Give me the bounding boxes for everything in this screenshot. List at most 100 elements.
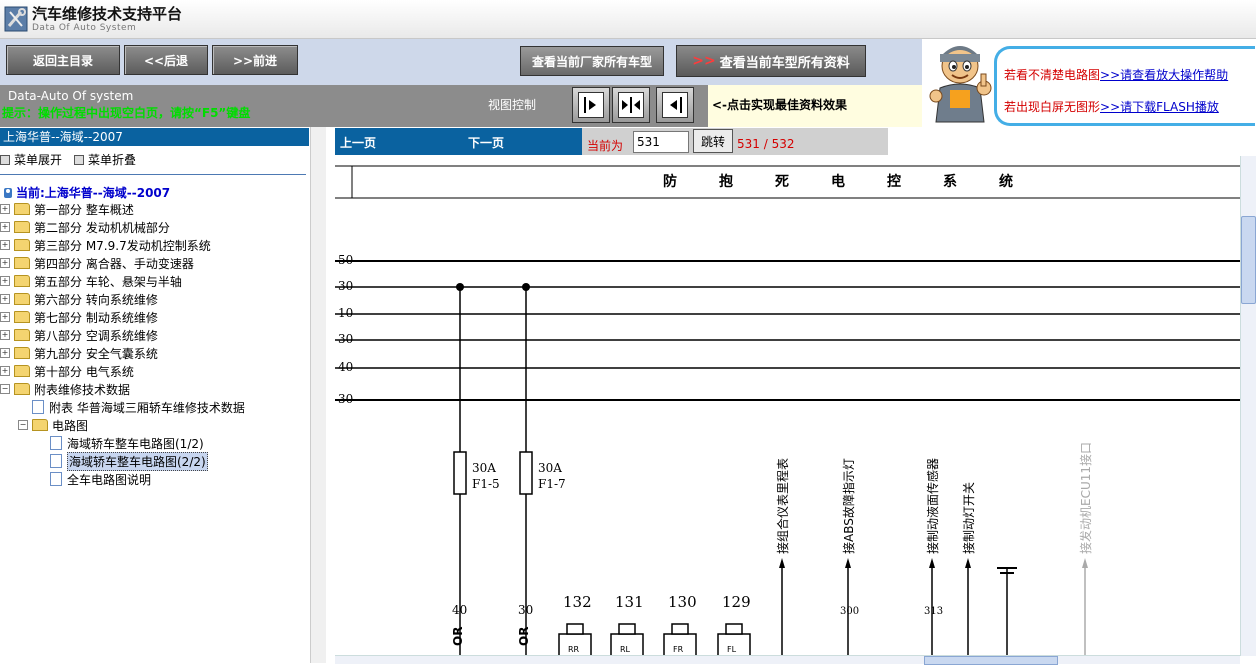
connector-tab	[671, 623, 689, 635]
vertical-scroll-thumb[interactable]	[1241, 216, 1256, 304]
circuit-diagram-item[interactable]: 海域轿车整车电路图(1/2)	[50, 434, 204, 452]
tree-item[interactable]: + 第七部分 制动系统维修	[0, 308, 158, 326]
app-logo-icon	[4, 6, 28, 32]
circuit-diagram-item[interactable]: 海域轿车整车电路图(2/2)	[50, 451, 208, 471]
signal-arrow	[1082, 558, 1088, 568]
circuit-diagram-item[interactable]: 全车电路图说明	[50, 470, 151, 488]
tree-item[interactable]: + 第九部分 安全气囊系统	[0, 344, 158, 362]
collapse-node-icon[interactable]: −	[18, 420, 28, 430]
view-all-models-button[interactable]: 查看当前厂家所有车型	[520, 46, 664, 76]
circuit-diagram-area[interactable]: 防 抱 死 电 控 系 统 50 30 10 30 40 30 30A F1-5 40 OR 30A F1-7 30 O…	[335, 156, 1240, 656]
tree-subitem[interactable]: 附表 华普海域三厢轿车维修技术数据	[32, 398, 245, 416]
circuit-diagram-item-label: 全车电路图说明	[67, 472, 152, 487]
title-bar	[0, 0, 1256, 39]
expand-node-icon[interactable]: +	[0, 348, 10, 358]
page-number-input[interactable]	[633, 131, 689, 153]
folder-icon	[14, 311, 30, 323]
next-page-link[interactable]: 下一页	[468, 134, 504, 151]
fuse-symbol	[519, 451, 533, 495]
signal-label: 接组合仪表里程表	[775, 458, 790, 554]
connector-pin-label: RL	[620, 645, 631, 654]
tree-scrollbar[interactable]	[310, 127, 326, 663]
collapse-node-icon[interactable]: −	[0, 384, 10, 394]
status-tip: 提示：操作过程中出现空白页，请按“F5”键盘	[2, 106, 251, 120]
tree-item[interactable]: + 第二部分 发动机机械部分	[0, 218, 170, 236]
tree-subitem-label: 附表 华普海域三厢轿车维修技术数据	[49, 400, 245, 415]
connector-pin-label: FL	[727, 645, 737, 654]
double-chevron-icon: >>	[692, 53, 716, 69]
expand-menu-button[interactable]: 菜单展开	[0, 151, 62, 168]
expand-node-icon[interactable]: +	[0, 312, 10, 322]
expand-node-icon[interactable]: +	[0, 294, 10, 304]
prev-page-link[interactable]: 上一页	[340, 134, 376, 151]
expand-icon	[0, 154, 10, 165]
wire-number: 300	[840, 606, 859, 617]
tree-item[interactable]: + 第六部分 转向系统维修	[0, 290, 158, 308]
download-flash-link[interactable]: >>请下载FLASH播放	[1100, 100, 1219, 114]
expand-node-icon[interactable]: +	[0, 366, 10, 376]
connector-tab	[566, 623, 584, 635]
connector-pin-label: FR	[673, 645, 684, 654]
circuit-diagram-item-label: 海域轿车整车电路图(2/2)	[67, 451, 208, 471]
folder-icon	[14, 221, 30, 233]
tree-item-label: 第九部分 安全气囊系统	[34, 346, 158, 361]
wire-color: OR	[451, 627, 465, 646]
folder-icon	[14, 329, 30, 341]
back-to-main-button[interactable]: 返回主目录	[6, 45, 120, 75]
wire-number: 30	[518, 603, 533, 617]
tree-item[interactable]: − 附表维修技术数据	[0, 380, 130, 398]
tree-item-label: 第一部分 整车概述	[34, 202, 134, 217]
fuse-code: F1-7	[538, 477, 566, 491]
fuse-symbol	[453, 451, 467, 495]
tree-item-label: 第八部分 空调系统维修	[34, 328, 158, 343]
tree-subfolder[interactable]: − 电路图	[18, 416, 88, 434]
view-center-button[interactable]	[612, 87, 650, 123]
folder-icon	[14, 257, 30, 269]
forward-button[interactable]: >>前进	[212, 45, 298, 75]
folder-icon	[14, 203, 30, 215]
document-icon	[50, 472, 62, 486]
view-expand-right-button[interactable]	[572, 87, 610, 123]
app-subtitle: Data Of Auto System	[32, 23, 137, 33]
zoom-help-link[interactable]: >>请查看放大操作帮助	[1100, 68, 1228, 82]
bus-label: 50	[338, 253, 353, 267]
current-page-label: 当前为	[587, 139, 624, 153]
signal-label: 接制动灯开关	[961, 482, 976, 554]
back-button[interactable]: <<后退	[124, 45, 208, 75]
tree-item[interactable]: + 第五部分 车轮、悬架与半轴	[0, 272, 182, 290]
bus-label: 30	[338, 392, 353, 406]
tree-item[interactable]: + 第一部分 整车概述	[0, 200, 134, 218]
connector-number: 131	[615, 593, 644, 611]
circuit-diagram-item-label: 海域轿车整车电路图(1/2)	[67, 436, 204, 451]
signal-label: 接发动机ECU11接口	[1078, 442, 1093, 554]
view-all-data-button[interactable]: >> 查看当前车型所有资料	[676, 45, 866, 77]
arrows-center-icon	[622, 97, 640, 113]
tree-item[interactable]: + 第四部分 离合器、手动变速器	[0, 254, 194, 272]
tree-item-label: 第六部分 转向系统维修	[34, 292, 158, 307]
expand-node-icon[interactable]: +	[0, 276, 10, 286]
folder-icon	[14, 383, 30, 395]
diagram-title-char: 系	[943, 173, 957, 190]
tree-item[interactable]: + 第三部分 M7.9.7发动机控制系统	[0, 236, 211, 254]
expand-menu-label: 菜单展开	[14, 153, 63, 167]
mechanic-mascot-icon	[929, 46, 992, 123]
wire-number: 313	[924, 606, 943, 617]
expand-node-icon[interactable]: +	[0, 330, 10, 340]
expand-node-icon[interactable]: +	[0, 240, 10, 250]
jump-button[interactable]: 跳转	[693, 129, 733, 153]
bus-label: 30	[338, 279, 353, 293]
expand-node-icon[interactable]: +	[0, 204, 10, 214]
fuse-rating: 30A	[538, 461, 562, 475]
folder-icon	[14, 347, 30, 359]
horizontal-scroll-thumb[interactable]	[924, 656, 1058, 665]
tree-item-label: 附表维修技术数据	[34, 382, 131, 397]
circuit-diagram: 防 抱 死 电 控 系 统 50 30 10 30 40 30 30A F1-5 40 OR 30A F1-7 30 O…	[335, 165, 1240, 656]
tree-item[interactable]: + 第十部分 电气系统	[0, 362, 134, 380]
expand-node-icon[interactable]: +	[0, 222, 10, 232]
diagram-title-char: 死	[774, 174, 789, 190]
view-expand-left-button[interactable]	[656, 87, 694, 123]
collapse-menu-button[interactable]: 菜单折叠	[74, 151, 136, 168]
expand-node-icon[interactable]: +	[0, 258, 10, 268]
tree-item[interactable]: + 第八部分 空调系统维修	[0, 326, 158, 344]
tree-header: 上海华普--海域--2007	[0, 128, 309, 146]
